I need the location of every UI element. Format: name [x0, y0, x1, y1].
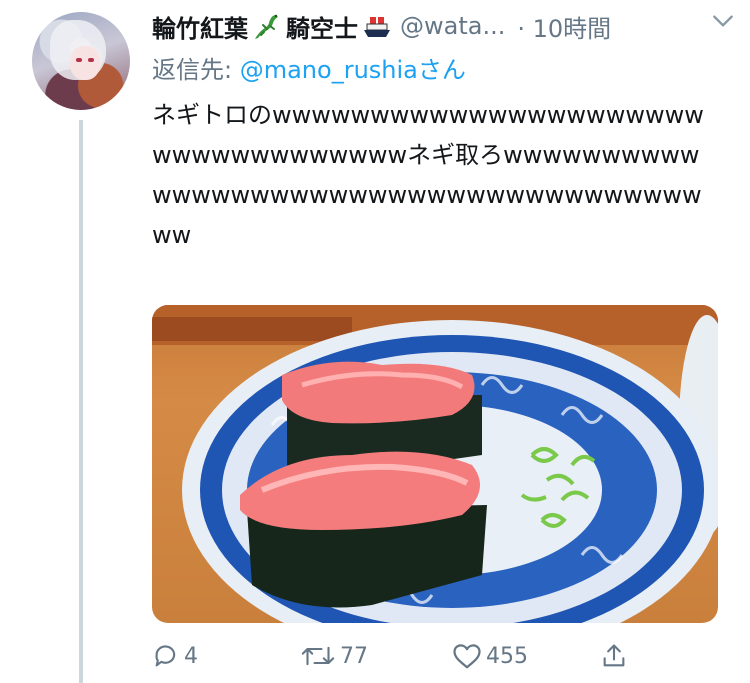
- retweet-icon: [301, 646, 335, 666]
- avatar-eye: [76, 58, 82, 62]
- reply-icon: [155, 645, 176, 667]
- reply-count: 4: [184, 643, 198, 669]
- tweet-header: 輪竹紅葉 騎空士 @wata... · 10時間: [152, 8, 736, 44]
- action-bar: 4 77 455: [152, 636, 652, 676]
- reply-to-line: 返信先: @mano_rushiaさん: [152, 50, 466, 85]
- share-button[interactable]: [600, 636, 632, 676]
- lizard-emoji-icon: [255, 14, 278, 39]
- sushi-photo-image: [152, 305, 718, 623]
- avatar-eye: [88, 58, 94, 62]
- ship-emoji-icon: [364, 17, 390, 37]
- chevron-down-icon[interactable]: [710, 8, 736, 34]
- reply-prefix: 返信先:: [152, 56, 240, 84]
- heart-icon: [453, 644, 481, 669]
- thread-line: [79, 120, 83, 683]
- display-name-suffix[interactable]: 騎空士: [286, 9, 358, 44]
- avatar-face: [70, 46, 100, 80]
- display-name[interactable]: 輪竹紅葉: [152, 9, 248, 44]
- share-icon: [603, 644, 625, 667]
- retweet-count: 77: [340, 643, 368, 669]
- avatar[interactable]: [32, 12, 130, 110]
- handle[interactable]: @wata...: [400, 12, 505, 40]
- tweet-photo[interactable]: [152, 305, 718, 623]
- reply-mention-link[interactable]: @mano_rushiaさん: [240, 56, 466, 84]
- like-button[interactable]: 455: [452, 636, 528, 676]
- retweet-button[interactable]: 77: [300, 636, 368, 676]
- like-count: 455: [486, 643, 528, 669]
- reply-button[interactable]: 4: [152, 636, 198, 676]
- timestamp[interactable]: · 10時間: [517, 9, 611, 44]
- tweet-text: ネギトロのwwwwwwwwwwwwwwwwwwwwwwwwwwwwwwwwwww…: [152, 101, 704, 249]
